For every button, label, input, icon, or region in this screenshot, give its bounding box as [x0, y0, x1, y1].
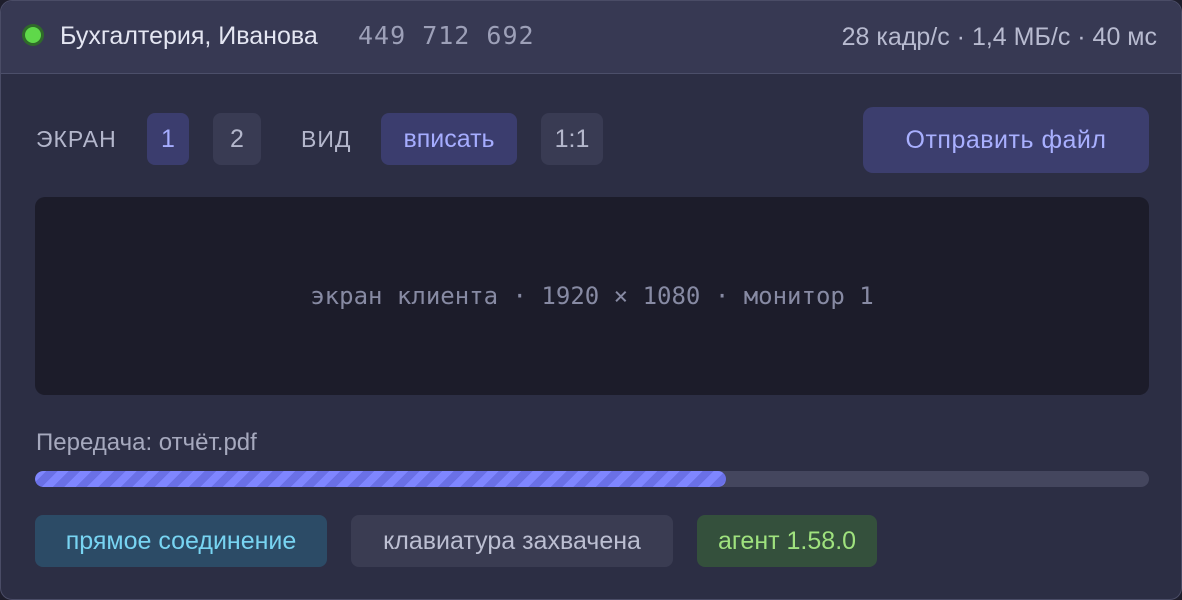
screen-selector-label: ЭКРАН [36, 126, 117, 152]
connection-stats: 28 кадр/с · 1,4 МБ/с · 40 мс [841, 23, 1157, 51]
connection-status-icon [25, 27, 41, 43]
transfer-progress-fill [35, 471, 726, 487]
connection-type-badge: прямое соединение [35, 515, 327, 567]
screen-1-button[interactable]: 1 [147, 113, 189, 165]
remote-session-window: Бухгалтерия, Иванова 449 712 692 28 кадр… [0, 0, 1182, 600]
transfer-label: Передача: отчёт.pdf [36, 429, 257, 456]
keyboard-capture-badge: клавиатура захвачена [351, 515, 673, 567]
view-actual-size-button[interactable]: 1:1 [541, 113, 603, 165]
send-file-button[interactable]: Отправить файл [863, 107, 1149, 173]
host-name: Бухгалтерия, Иванова [60, 22, 318, 50]
view-fit-button[interactable]: вписать [381, 113, 517, 165]
remote-screen-view[interactable]: экран клиента · 1920 × 1080 · монитор 1 [35, 197, 1149, 395]
host-id: 449 712 692 [358, 21, 535, 50]
agent-version-badge: агент 1.58.0 [697, 515, 877, 567]
screen-2-button[interactable]: 2 [213, 113, 261, 165]
remote-screen-caption: экран клиента · 1920 × 1080 · монитор 1 [310, 282, 874, 310]
title-bar: Бухгалтерия, Иванова 449 712 692 28 кадр… [1, 1, 1181, 74]
view-selector-label: ВИД [301, 126, 352, 152]
transfer-progress-bar [35, 471, 1149, 487]
